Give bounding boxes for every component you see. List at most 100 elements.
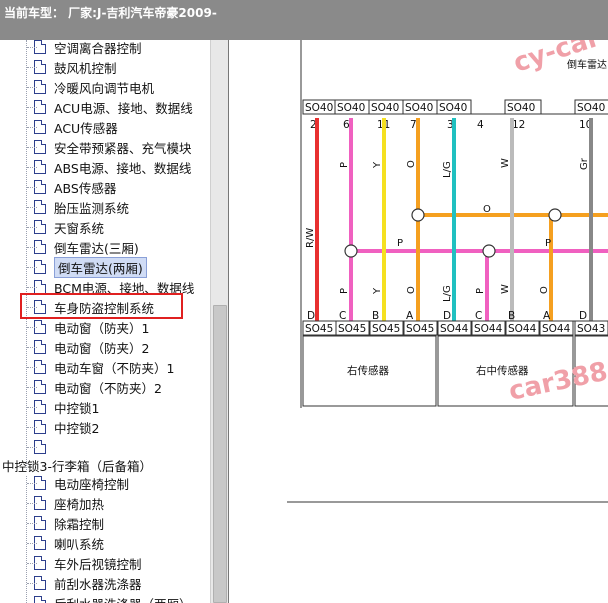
tree-branch-line bbox=[27, 483, 37, 484]
tree-item-label: 电动座椅控制 bbox=[54, 476, 130, 492]
tree-item-label: 空调离合器控制 bbox=[54, 40, 142, 56]
document-icon bbox=[34, 596, 46, 603]
tree-item-label: 座椅加热 bbox=[54, 496, 105, 512]
sensor-label: 右传感器 bbox=[347, 364, 389, 377]
tree-item[interactable]: 除霜控制 bbox=[34, 513, 104, 533]
connector-label: SO45 bbox=[338, 323, 366, 335]
tree-item[interactable]: 后刮水器洗涤器（两厢） bbox=[34, 593, 192, 603]
tree-item[interactable]: 车外后视镜控制 bbox=[34, 553, 142, 573]
tree-branch-line bbox=[27, 367, 37, 368]
tree-item-label: 电动车窗（不防夹）1 bbox=[54, 360, 175, 376]
tree-item[interactable]: 倒车雷达(两厢) bbox=[34, 256, 147, 278]
wire-color-label: O bbox=[406, 286, 417, 294]
tree-item-label: 电动窗（不防夹）2 bbox=[54, 380, 162, 396]
tree-item[interactable]: 电动窗（防夹）1 bbox=[34, 317, 149, 337]
tree-branch-line bbox=[27, 543, 37, 544]
tree-scrollbar[interactable] bbox=[210, 40, 228, 603]
pin-label: 6 bbox=[343, 119, 350, 131]
wire-color-label: L/G bbox=[442, 161, 453, 178]
connector-label: SO40 bbox=[507, 102, 535, 114]
tree-item[interactable]: ABS传感器 bbox=[34, 177, 116, 197]
tree-item[interactable]: 电动窗（防夹）2 bbox=[34, 337, 149, 357]
tree-item-label: 鼓风机控制 bbox=[54, 60, 117, 76]
connector-label: SO40 bbox=[371, 102, 399, 114]
tree-item-label: 倒车雷达(两厢) bbox=[54, 256, 147, 278]
wiring-diagram: cy-car倒车雷达SO40 SO40 SO40 SO40 SO40 SO40 SO402 6… bbox=[287, 40, 608, 503]
vehicle-model-title: 当前车型： 厂家:J-吉利汽车帝豪2009- bbox=[4, 6, 217, 20]
pin-label: D bbox=[443, 310, 451, 322]
title-bar: 当前车型： 厂家:J-吉利汽车帝豪2009- bbox=[0, 0, 608, 40]
wire-color-label: R/W bbox=[305, 228, 316, 248]
wire-color-label: Y bbox=[372, 287, 383, 295]
tree-guide-line bbox=[26, 40, 27, 470]
wiring-diagram-panel: cy-car 倒车雷达 SO40 SO40 SO40 SO40 SO40 SO40 SO40 2 6… bbox=[228, 40, 608, 603]
wire-color-label: P bbox=[339, 162, 350, 168]
pin-label: A bbox=[406, 310, 414, 322]
tree-branch-line bbox=[27, 523, 37, 524]
tree-item[interactable]: 座椅加热 bbox=[34, 493, 104, 513]
pin-label: C bbox=[475, 310, 482, 322]
tree-item[interactable]: 空调离合器控制 bbox=[34, 40, 142, 57]
wire-color-label: W bbox=[500, 158, 511, 168]
pin-label: B bbox=[372, 310, 379, 322]
pin-label: B bbox=[508, 310, 515, 322]
tree-branch-line bbox=[27, 347, 37, 348]
connector-label: SO44 bbox=[440, 323, 469, 335]
bus-label-pink: P bbox=[397, 238, 403, 249]
tree-branch-line bbox=[27, 187, 37, 188]
tree-item-label: 倒车雷达(三厢) bbox=[54, 240, 139, 256]
tree-item[interactable]: 中控锁1 bbox=[34, 397, 99, 417]
wire-color-label: L/G bbox=[442, 285, 453, 302]
tree-item[interactable] bbox=[34, 437, 54, 457]
junction-dot bbox=[482, 244, 496, 258]
tree-branch-line bbox=[27, 407, 37, 408]
tree-branch-line bbox=[27, 47, 37, 48]
tree-item-label: 安全带预紧器、充气模块 bbox=[54, 140, 192, 156]
tree-item[interactable]: 冷暖风向调节电机 bbox=[34, 77, 154, 97]
document-tree[interactable]: 空调离合器控制 鼓风机控制冷暖风向调节电机 ACU电源、接地、数据线 ACU传感器安全… bbox=[0, 40, 210, 603]
junction-dot bbox=[344, 244, 358, 258]
pin-label: D bbox=[579, 310, 587, 322]
tree-item-label: 车外后视镜控制 bbox=[54, 556, 142, 572]
tree-branch-line bbox=[27, 583, 37, 584]
tree-branch-line bbox=[27, 503, 37, 504]
tree-item[interactable]: 前刮水器洗涤器 bbox=[34, 573, 142, 593]
connector-label: SO45 bbox=[406, 323, 434, 335]
tree-item[interactable]: 天窗系统 bbox=[34, 217, 104, 237]
tree-item-label: 天窗系统 bbox=[54, 220, 105, 236]
tree-branch-line bbox=[27, 147, 37, 148]
tree-item-label: 中控锁1 bbox=[54, 400, 100, 416]
bus-label-orange: O bbox=[483, 204, 491, 215]
tree-item-label: ABS传感器 bbox=[54, 180, 117, 196]
connector-label: SO40 bbox=[337, 102, 365, 114]
tree-item[interactable]: 喇叭系统 bbox=[34, 533, 104, 553]
junction-dot bbox=[548, 208, 562, 222]
tree-item[interactable]: 电动车窗（不防夹）1 bbox=[34, 357, 174, 377]
scrollbar-thumb[interactable] bbox=[213, 305, 227, 603]
tree-item[interactable]: 安全带预紧器、充气模块 bbox=[34, 137, 192, 157]
connector-label: SO45 bbox=[305, 323, 333, 335]
tree-item-label: 电动窗（防夹）1 bbox=[54, 320, 150, 336]
tree-item[interactable]: 电动窗（不防夹）2 bbox=[34, 377, 162, 397]
wire-color-label: O bbox=[406, 160, 417, 168]
tree-item[interactable]: 倒车雷达(三厢) bbox=[34, 237, 139, 257]
tree-item[interactable]: ABS电源、接地、数据线 bbox=[34, 157, 191, 177]
tree-folder-trunk-lock[interactable]: 中控锁3-行李箱（后备箱） bbox=[2, 455, 152, 475]
tree-item[interactable]: 电动座椅控制 bbox=[34, 473, 129, 493]
tree-branch-line bbox=[27, 67, 37, 68]
tree-item[interactable]: ACU电源、接地、数据线 bbox=[34, 97, 193, 117]
pin-label: 7 bbox=[410, 119, 417, 131]
tree-item[interactable]: 中控锁2 bbox=[34, 417, 99, 437]
tree-item-label: 冷暖风向调节电机 bbox=[54, 80, 155, 96]
connector-label: SO40 bbox=[305, 102, 333, 114]
connector-label: SO45 bbox=[372, 323, 400, 335]
tree-branch-line bbox=[27, 563, 37, 564]
tree-item[interactable]: 鼓风机控制 bbox=[34, 57, 117, 77]
tree-item-label: ACU传感器 bbox=[54, 120, 118, 136]
tree-branch-line bbox=[27, 227, 37, 228]
tree-item[interactable]: ACU传感器 bbox=[34, 117, 118, 137]
tree-item[interactable]: 胎压监测系统 bbox=[34, 197, 129, 217]
top-component-label: 倒车雷达 bbox=[567, 58, 607, 71]
tree-item-label: 中控锁2 bbox=[54, 420, 100, 436]
pin-label: A bbox=[543, 310, 551, 322]
